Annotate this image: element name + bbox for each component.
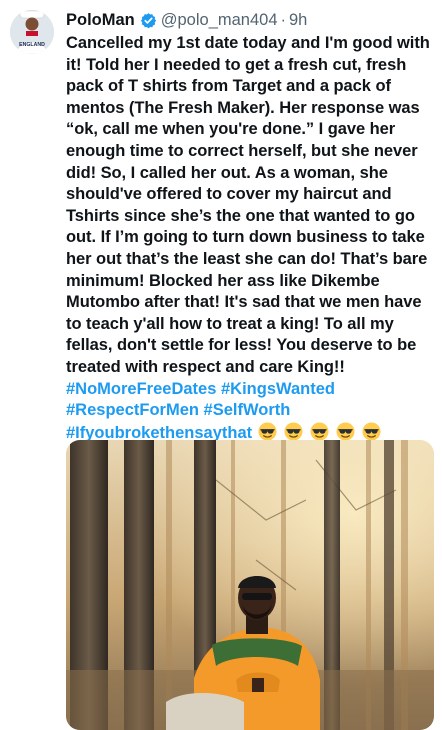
- hashtag-link[interactable]: #Ifyoubrokethensaythat: [66, 424, 252, 442]
- sunglasses-emoji: [258, 422, 277, 441]
- timestamp[interactable]: 9h: [289, 11, 307, 30]
- hashtag-link[interactable]: #NoMoreFreeDates: [66, 380, 216, 398]
- tweet-content: PoloMan @polo_man404 · 9h Cancelled my 1…: [66, 9, 436, 444]
- display-name[interactable]: PoloMan: [66, 11, 135, 30]
- hashtag-block: #NoMoreFreeDates #KingsWanted #RespectFo…: [66, 379, 436, 445]
- sunglasses-emoji: [362, 422, 381, 441]
- avatar[interactable]: ENGLAND: [10, 10, 54, 54]
- hashtag-link[interactable]: #SelfWorth: [204, 401, 291, 419]
- sunglasses-emoji: [310, 422, 329, 441]
- tweet-media-photo[interactable]: [66, 440, 434, 730]
- sunglasses-emoji: [284, 422, 303, 441]
- verified-badge-icon: [140, 12, 157, 29]
- avatar-shirt-text: ENGLAND: [19, 42, 45, 48]
- separator-dot: ·: [280, 10, 287, 29]
- sunglasses-emoji: [336, 422, 355, 441]
- avatar-image: ENGLAND: [10, 10, 54, 54]
- tweet-text: Cancelled my 1st date today and I'm good…: [66, 34, 435, 376]
- tweet-header: PoloMan @polo_man404 · 9h: [66, 9, 436, 31]
- hashtag-link[interactable]: #KingsWanted: [221, 380, 335, 398]
- hashtag-link[interactable]: #RespectForMen: [66, 401, 199, 419]
- emoji-row: [258, 422, 381, 441]
- photo-man-in-woods: [66, 440, 434, 730]
- user-handle[interactable]: @polo_man404: [161, 11, 278, 30]
